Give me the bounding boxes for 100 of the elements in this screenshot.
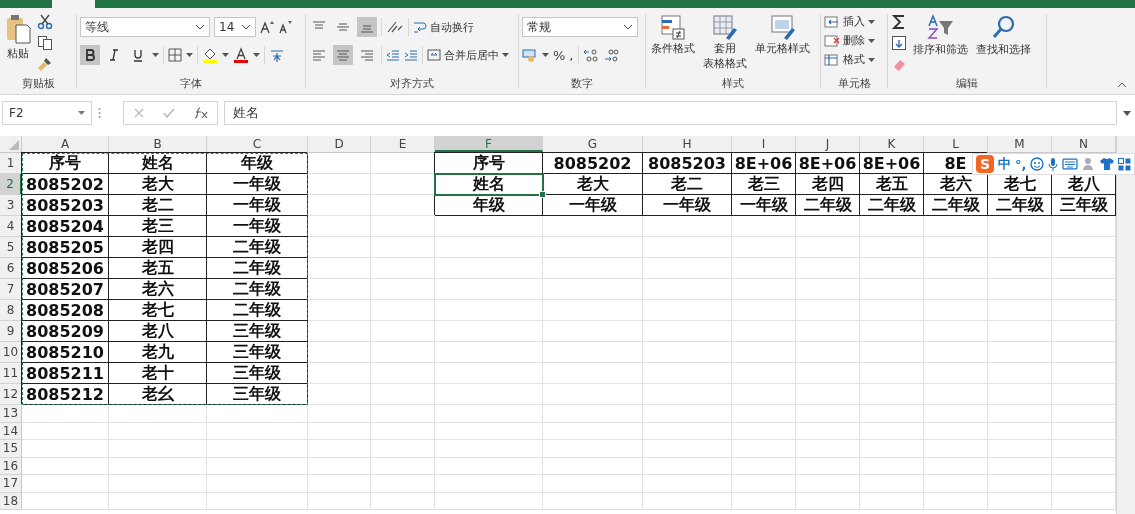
styles-button[interactable]: 单元格样式 — [753, 12, 812, 58]
row-header[interactable]: 3 — [0, 195, 22, 216]
row-header[interactable]: 12 — [0, 384, 22, 405]
comma-button[interactable]: , — [569, 47, 574, 63]
keyboard-icon[interactable] — [1062, 158, 1079, 170]
empty-cell — [924, 279, 988, 300]
row-header[interactable]: 5 — [0, 237, 22, 258]
column-header[interactable]: A — [22, 136, 109, 152]
font-name-field[interactable]: 等线 — [80, 17, 210, 37]
row-header[interactable]: 17 — [0, 475, 22, 493]
column-header[interactable]: J — [796, 136, 860, 152]
increase-decimal-icon[interactable] — [582, 48, 599, 62]
styles-button[interactable]: 条件格式 — [649, 12, 697, 58]
table-cell: 二年级 — [988, 195, 1052, 216]
expand-formula-icon[interactable] — [1123, 110, 1131, 116]
grow-font-icon[interactable] — [260, 20, 274, 34]
empty-cell — [988, 279, 1052, 300]
number-format-field[interactable]: 常规 — [522, 17, 638, 37]
table-cell: 8085211 — [22, 363, 109, 384]
row-header[interactable]: 8 — [0, 300, 22, 321]
row-header[interactable]: 13 — [0, 405, 22, 423]
microphone-icon[interactable] — [1048, 156, 1059, 172]
empty-cell — [732, 384, 796, 405]
phonetic-guide-icon[interactable] — [269, 47, 285, 63]
cells-button[interactable]: 插入 — [824, 14, 875, 29]
dropdown-caret-icon[interactable] — [542, 53, 549, 57]
insert-function-icon[interactable] — [193, 107, 208, 119]
text-orientation-icon[interactable] — [386, 20, 404, 34]
shrink-font-icon[interactable] — [278, 20, 292, 34]
column-header[interactable]: K — [860, 136, 924, 152]
fill-down-icon[interactable] — [891, 35, 907, 51]
format-painter-icon[interactable] — [37, 56, 53, 72]
vertical-scrollbar[interactable] — [1116, 136, 1135, 514]
fill-color-icon[interactable] — [202, 47, 218, 63]
dropdown-caret-icon[interactable] — [253, 53, 260, 57]
dropdown-caret-icon[interactable] — [222, 53, 229, 57]
styles-button[interactable]: 套用 表格格式 — [701, 12, 749, 73]
table-cell: 老十 — [109, 363, 207, 384]
font-size-field[interactable]: 14 — [214, 17, 256, 37]
column-header[interactable]: G — [543, 136, 643, 152]
empty-cell — [988, 237, 1052, 258]
editing-button[interactable]: 排序和筛选 — [911, 12, 970, 59]
cells-button[interactable]: 删除 — [824, 33, 875, 48]
decrease-decimal-icon[interactable] — [602, 48, 619, 62]
name-box[interactable]: F2 — [2, 101, 92, 125]
row-header[interactable]: 7 — [0, 279, 22, 300]
percent-button[interactable]: % — [553, 47, 566, 63]
empty-cell — [988, 216, 1052, 237]
smiley-icon[interactable] — [1030, 157, 1045, 171]
merge-center-button[interactable]: 合并后居中 — [427, 47, 509, 63]
column-header[interactable]: I — [732, 136, 796, 152]
ime-punctuation-button[interactable]: °, — [1014, 156, 1027, 172]
row-header[interactable]: 4 — [0, 216, 22, 237]
wrap-text-button[interactable]: 自动换行 — [413, 19, 474, 35]
row-header[interactable]: 1 — [0, 153, 22, 174]
column-header[interactable]: B — [109, 136, 207, 152]
row-header[interactable]: 11 — [0, 363, 22, 384]
font-color-icon[interactable] — [233, 47, 249, 63]
column-header[interactable]: F — [435, 136, 543, 152]
paste-button[interactable]: 粘贴 — [3, 12, 33, 63]
row-header[interactable]: 9 — [0, 321, 22, 342]
formula-field[interactable]: 姓名 — [224, 101, 1117, 125]
empty-cell — [988, 475, 1052, 493]
column-header[interactable]: C — [207, 136, 308, 152]
scissors-icon[interactable] — [37, 14, 53, 30]
empty-cell — [924, 440, 988, 458]
table-cell: 一年级 — [643, 195, 732, 216]
row-header[interactable]: 10 — [0, 342, 22, 363]
enter-check-icon[interactable] — [162, 108, 175, 118]
table-cell: 8E+06 — [796, 153, 860, 174]
empty-cell — [732, 492, 796, 510]
column-header[interactable]: M — [988, 136, 1052, 152]
row-header[interactable]: 2 — [0, 174, 22, 195]
column-header[interactable]: D — [308, 136, 371, 152]
collapse-ribbon-icon[interactable] — [1117, 82, 1127, 88]
cells-button[interactable]: 格式 — [824, 52, 875, 67]
dropdown-caret-icon[interactable] — [152, 53, 159, 57]
ime-mode-button[interactable]: 中 — [997, 155, 1011, 173]
row-header[interactable]: 15 — [0, 440, 22, 458]
shirt-icon[interactable] — [1100, 157, 1115, 171]
editing-button[interactable]: 查找和选择 — [974, 12, 1033, 59]
bold-button[interactable] — [80, 45, 100, 65]
empty-cell — [860, 475, 924, 493]
copy-icon[interactable] — [37, 35, 53, 51]
autosum-icon[interactable] — [891, 14, 907, 30]
dropdown-caret-icon[interactable] — [186, 53, 193, 57]
empty-cell — [308, 475, 371, 493]
clipboard-icon — [5, 14, 31, 44]
empty-cell — [371, 422, 435, 440]
column-header[interactable]: H — [643, 136, 732, 152]
empty-cell — [732, 300, 796, 321]
column-header[interactable]: L — [924, 136, 988, 152]
table-cell: 姓名 — [109, 153, 207, 174]
fill-handle[interactable] — [539, 191, 546, 198]
table-cell: 姓名 — [435, 174, 543, 195]
row-header[interactable]: 6 — [0, 258, 22, 279]
drag-handle-icon[interactable] — [98, 107, 101, 119]
grid-icon[interactable] — [1118, 157, 1131, 171]
empty-cell — [371, 440, 435, 458]
borders-icon[interactable] — [168, 48, 182, 62]
